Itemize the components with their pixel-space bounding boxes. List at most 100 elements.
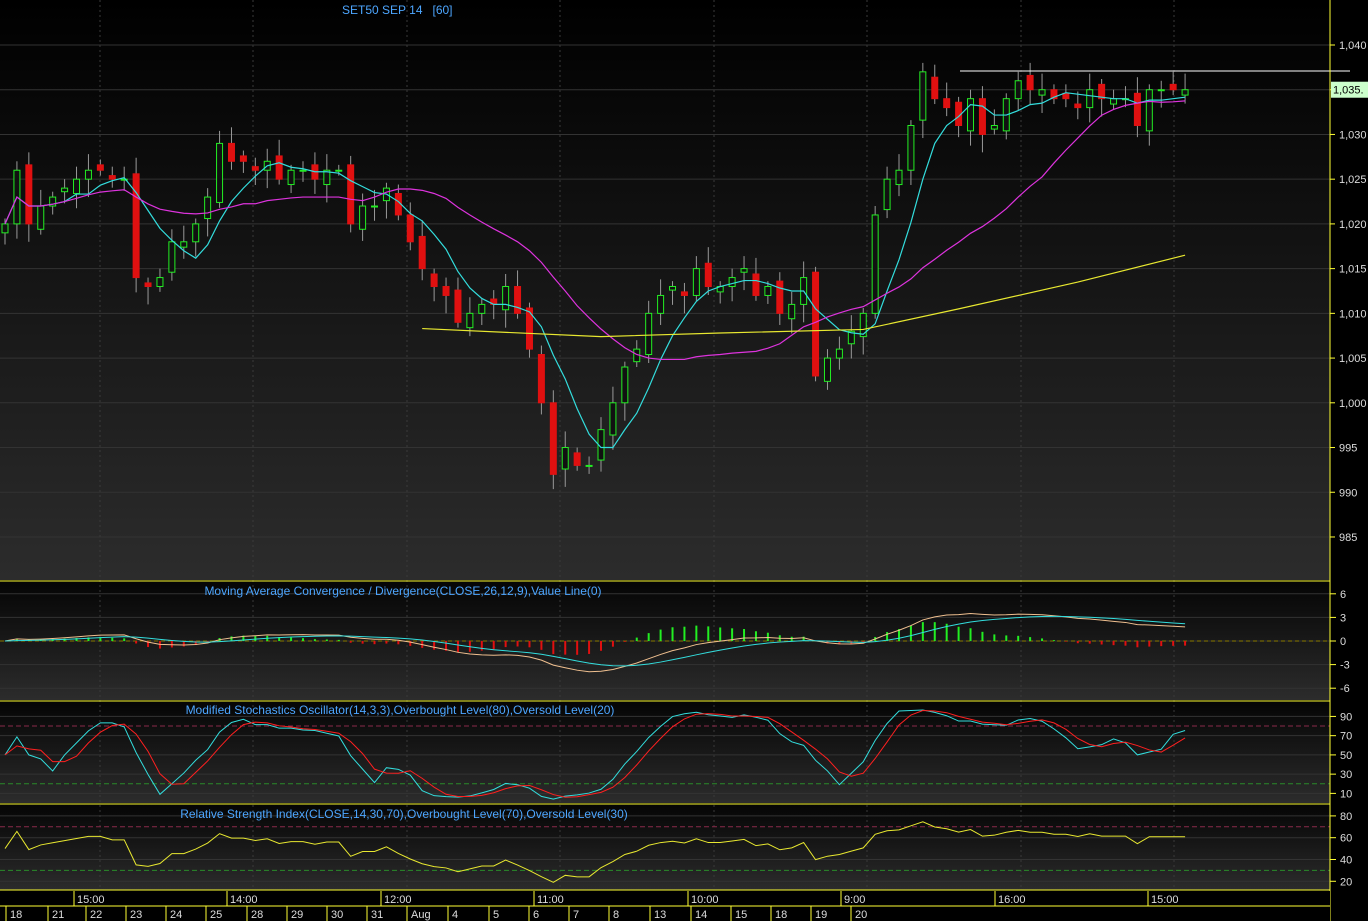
time-label: 11:00 xyxy=(537,894,564,906)
candle-body xyxy=(549,402,557,475)
date-label: 4 xyxy=(452,909,458,921)
date-label: 18 xyxy=(775,909,787,921)
date-label: 13 xyxy=(654,909,666,921)
date-label: 6 xyxy=(533,909,539,921)
rsi-tick-label: 60 xyxy=(1340,833,1352,845)
candle-body xyxy=(943,98,951,109)
price-tick-label: 1,010 xyxy=(1339,308,1367,320)
stochastic-tick-label: 30 xyxy=(1340,769,1352,781)
price-tick-label: 1,025 xyxy=(1339,174,1367,186)
price-tick-label: 1,005 xyxy=(1339,353,1367,365)
price-tick-label: 1,000 xyxy=(1339,398,1367,410)
time-label: 14:00 xyxy=(230,894,258,906)
time-label: 12:00 xyxy=(384,894,412,906)
price-tick-label: 990 xyxy=(1339,487,1357,499)
stochastic-tick-label: 10 xyxy=(1340,788,1352,800)
candle-body xyxy=(275,155,283,180)
candle-body xyxy=(645,312,653,355)
candle-body xyxy=(609,402,617,436)
macd-tick-label: -6 xyxy=(1340,683,1350,695)
candle-body xyxy=(967,98,975,132)
price-tick-label: 1,030 xyxy=(1339,129,1367,141)
date-label: 20 xyxy=(855,909,867,921)
date-label: 23 xyxy=(130,909,142,921)
candle-body xyxy=(823,357,831,382)
date-label: 5 xyxy=(493,909,499,921)
candle-body xyxy=(1086,89,1094,109)
candle-body xyxy=(1014,80,1022,100)
candle-body xyxy=(251,166,259,171)
time-label: 15:00 xyxy=(77,894,105,906)
candle-body xyxy=(1181,89,1189,96)
candle-body xyxy=(1026,74,1034,91)
date-label: 19 xyxy=(815,909,827,921)
price-tick-label: 995 xyxy=(1339,443,1357,455)
rsi-title: Relative Strength Index(CLOSE,14,30,70),… xyxy=(180,807,628,821)
candle-body xyxy=(180,241,188,248)
candle-body xyxy=(239,155,247,162)
candle-body xyxy=(192,223,200,243)
candle-body xyxy=(25,164,33,225)
candle-body xyxy=(37,205,45,230)
date-label: 8 xyxy=(613,909,619,921)
date-label: 15 xyxy=(735,909,747,921)
date-label: 31 xyxy=(371,909,383,921)
date-label: 25 xyxy=(210,909,222,921)
candle-body xyxy=(740,268,748,273)
macd-tick-label: 0 xyxy=(1340,636,1346,648)
candle-body xyxy=(216,142,224,203)
stochastic-panel xyxy=(0,702,1330,803)
candle-body xyxy=(990,125,998,130)
macd-tick-label: -3 xyxy=(1340,660,1350,672)
candle-body xyxy=(704,262,712,288)
candle-body xyxy=(680,291,688,296)
price-tick-label: 985 xyxy=(1339,532,1357,544)
candle-body xyxy=(454,289,462,323)
candle-body xyxy=(168,241,176,273)
candle-body xyxy=(61,187,69,193)
rsi-tick-label: 40 xyxy=(1340,854,1352,866)
date-label: 7 xyxy=(573,909,579,921)
candle-body xyxy=(1145,89,1153,132)
candle-body xyxy=(514,286,522,314)
date-label: Aug xyxy=(411,909,431,921)
price-tick-label: 1,040 xyxy=(1339,40,1367,52)
candle-body xyxy=(1038,89,1046,96)
date-label: 24 xyxy=(170,909,182,921)
candle-body xyxy=(347,164,355,225)
candle-body xyxy=(585,464,593,467)
candle-body xyxy=(287,169,295,186)
candle-body xyxy=(621,366,629,404)
candle-body xyxy=(1,223,9,234)
candle-body xyxy=(931,76,939,100)
candle-body xyxy=(776,280,784,314)
date-label: 21 xyxy=(52,909,64,921)
chart-canvas[interactable]: 1,0401,0351,0301,0251,0201,0151,0101,005… xyxy=(0,0,1368,921)
candle-body xyxy=(835,348,843,359)
candle-body xyxy=(657,294,665,314)
price-tick-label: 1,020 xyxy=(1339,219,1367,231)
candle-body xyxy=(1157,89,1165,92)
rsi-tick-label: 20 xyxy=(1340,876,1352,888)
stochastic-tick-label: 70 xyxy=(1340,731,1352,743)
macd-tick-label: 6 xyxy=(1340,589,1346,601)
candle-body xyxy=(466,312,474,329)
candle-body xyxy=(764,286,772,296)
stochastic-tick-label: 90 xyxy=(1340,711,1352,723)
price-panel xyxy=(0,0,1330,580)
candle-body xyxy=(144,282,152,288)
time-label: 9:00 xyxy=(844,894,865,906)
candle-body xyxy=(502,286,510,311)
candle-body xyxy=(1169,83,1177,91)
candle-body xyxy=(919,71,927,121)
candle-body xyxy=(692,268,700,296)
candle-body xyxy=(728,277,736,288)
date-label: 14 xyxy=(695,909,707,921)
candle-body xyxy=(478,303,486,314)
candle-body xyxy=(907,125,915,171)
candle-body xyxy=(156,277,164,288)
candle-body xyxy=(1133,92,1141,127)
stochastic-title: Modified Stochastics Oscillator(14,3,3),… xyxy=(186,703,615,717)
candle-body xyxy=(359,205,367,230)
last-price-label: 1,035. xyxy=(1333,85,1364,97)
